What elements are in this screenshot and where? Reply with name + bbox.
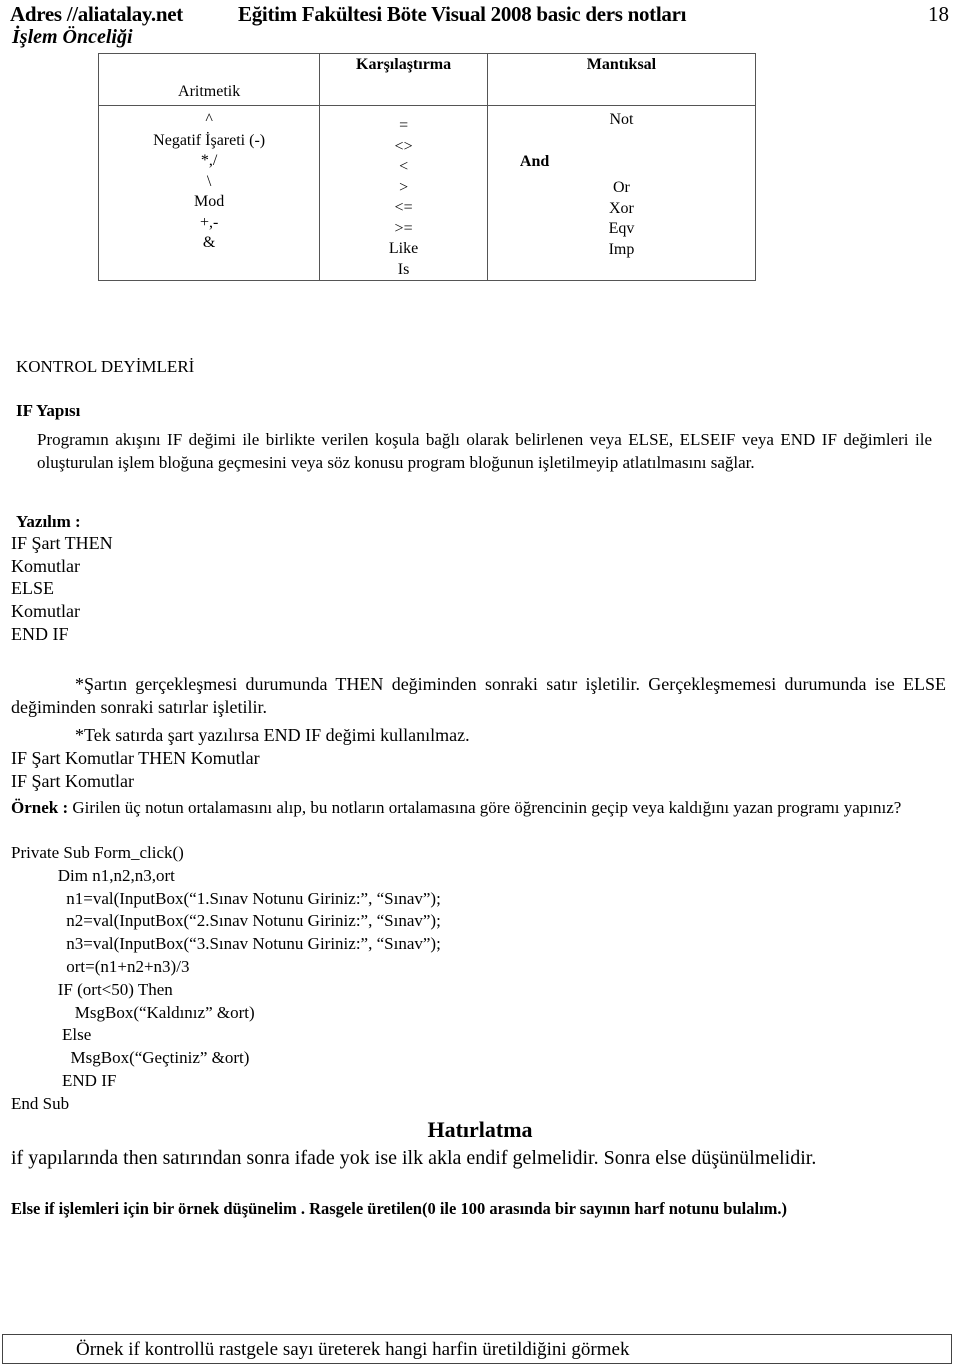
if-description: Programın akışını IF değimi ile birlikte… (37, 430, 932, 472)
header-site: Adres //aliatalay.net (10, 2, 183, 26)
section-title: KONTROL DEYİMLERİ (16, 357, 195, 376)
single-line-form: IF Şart Komutlar THEN Komutlar (11, 748, 260, 768)
single-line-notes: *Tek satırda şart yazılırsa END IF değim… (11, 724, 470, 793)
if-title: IF Yapısı (16, 401, 81, 420)
op-not: Not (609, 111, 634, 128)
reminder-title: Hatırlatma (427, 1117, 533, 1142)
op-comp: = (399, 117, 409, 134)
op-logic: Imp (608, 240, 635, 258)
example-text: Girilen üç notun ortalamasını alıp, bu n… (68, 798, 902, 817)
code-line: End Sub (11, 1093, 70, 1113)
code-line: n2=val(InputBox(“2.Sınav Notunu Giriniz:… (11, 911, 441, 931)
code-line: IF (ort<50) Then (11, 979, 173, 999)
op-arith: *,/ (200, 152, 218, 169)
arithmetic-operators: ^ Negatif İşareti (-) *,/ \ Mod +,- & (97, 105, 321, 281)
code-line: END IF (11, 1070, 117, 1090)
op-logic: Xor (609, 199, 634, 217)
op-and: And (519, 153, 550, 170)
op-arith: & (202, 234, 216, 251)
comparison-operators: = <> < > <= >= Like Is (319, 105, 488, 281)
op-logic: Or (613, 179, 630, 196)
op-arith: Mod (194, 193, 225, 210)
op-comp: Like (388, 240, 419, 257)
op-comp: <> (394, 137, 413, 155)
code-line: n1=val(InputBox(“1.Sınav Notunu Giriniz:… (11, 888, 441, 908)
code-line: Dim n1,n2,n3,ort (11, 865, 175, 885)
logical-operators: Not And Or Xor Eqv Imp (486, 105, 757, 281)
header-course: Eğitim Fakültesi Böte Visual 2008 basic … (238, 2, 687, 26)
example-paragraph: Örnek : Girilen üç notun ortalamasını al… (11, 796, 946, 819)
syntax-block: IF Şart THEN Komutlar ELSE Komutlar END … (11, 532, 113, 646)
subtitle: İşlem Önceliği (12, 26, 133, 48)
code-line: Else (11, 1025, 92, 1045)
syntax-line: Komutlar (11, 555, 80, 576)
syntax-label: Yazılım : (16, 512, 81, 531)
note-single-line: *Tek satırda şart yazılırsa END IF değim… (75, 725, 470, 745)
page-number: 18 (928, 2, 949, 26)
code-line: n3=val(InputBox(“3.Sınav Notunu Giriniz:… (11, 934, 441, 954)
syntax-line: Komutlar (11, 601, 80, 622)
op-comp: > (399, 178, 409, 196)
op-arith: \ (206, 172, 212, 190)
syntax-line: ELSE (11, 578, 54, 599)
code-line: MsgBox(“Geçtiniz” &ort) (11, 1048, 250, 1068)
op-comp: Is (397, 260, 410, 278)
op-comp: <= (394, 199, 413, 216)
boxed-example: Örnek if kontrollü rastgele sayı üretere… (2, 1334, 952, 1364)
op-logic: Eqv (608, 220, 635, 237)
note-then-else: *Şartın gerçekleşmesi durumunda THEN değ… (11, 674, 946, 717)
reminder-text: if yapılarında then satırından sonra ifa… (11, 1147, 817, 1169)
header-arithmetic: Aritmetik (97, 53, 321, 106)
syntax-line: END IF (11, 623, 69, 644)
syntax-line: IF Şart THEN (11, 533, 113, 553)
code-line: Private Sub Form_click() (11, 843, 184, 862)
precedence-table: Aritmetik Karşılaştırma Mantıksal ^ Nega… (97, 53, 757, 281)
op-comp: >= (394, 219, 413, 237)
header-comparison: Karşılaştırma (319, 53, 488, 106)
op-arith: Negatif İşareti (-) (153, 131, 266, 149)
op-comp: < (399, 158, 409, 175)
elseif-text: Else if işlemleri için bir örnek düşünel… (11, 1199, 788, 1218)
header-logical: Mantıksal (486, 53, 757, 106)
single-line-form: IF Şart Komutlar (11, 771, 134, 791)
boxed-example-text: Örnek if kontrollü rastgele sayı üretere… (76, 1339, 630, 1360)
code-line: MsgBox(“Kaldınız” &ort) (11, 1002, 255, 1022)
example-label: Örnek : (11, 798, 69, 817)
op-arith: ^ (205, 111, 213, 128)
code-line: ort=(n1+n2+n3)/3 (11, 956, 190, 976)
code-block: Private Sub Form_click() Dim n1,n2,n3,or… (11, 842, 441, 1116)
op-arith: +,- (199, 213, 219, 231)
